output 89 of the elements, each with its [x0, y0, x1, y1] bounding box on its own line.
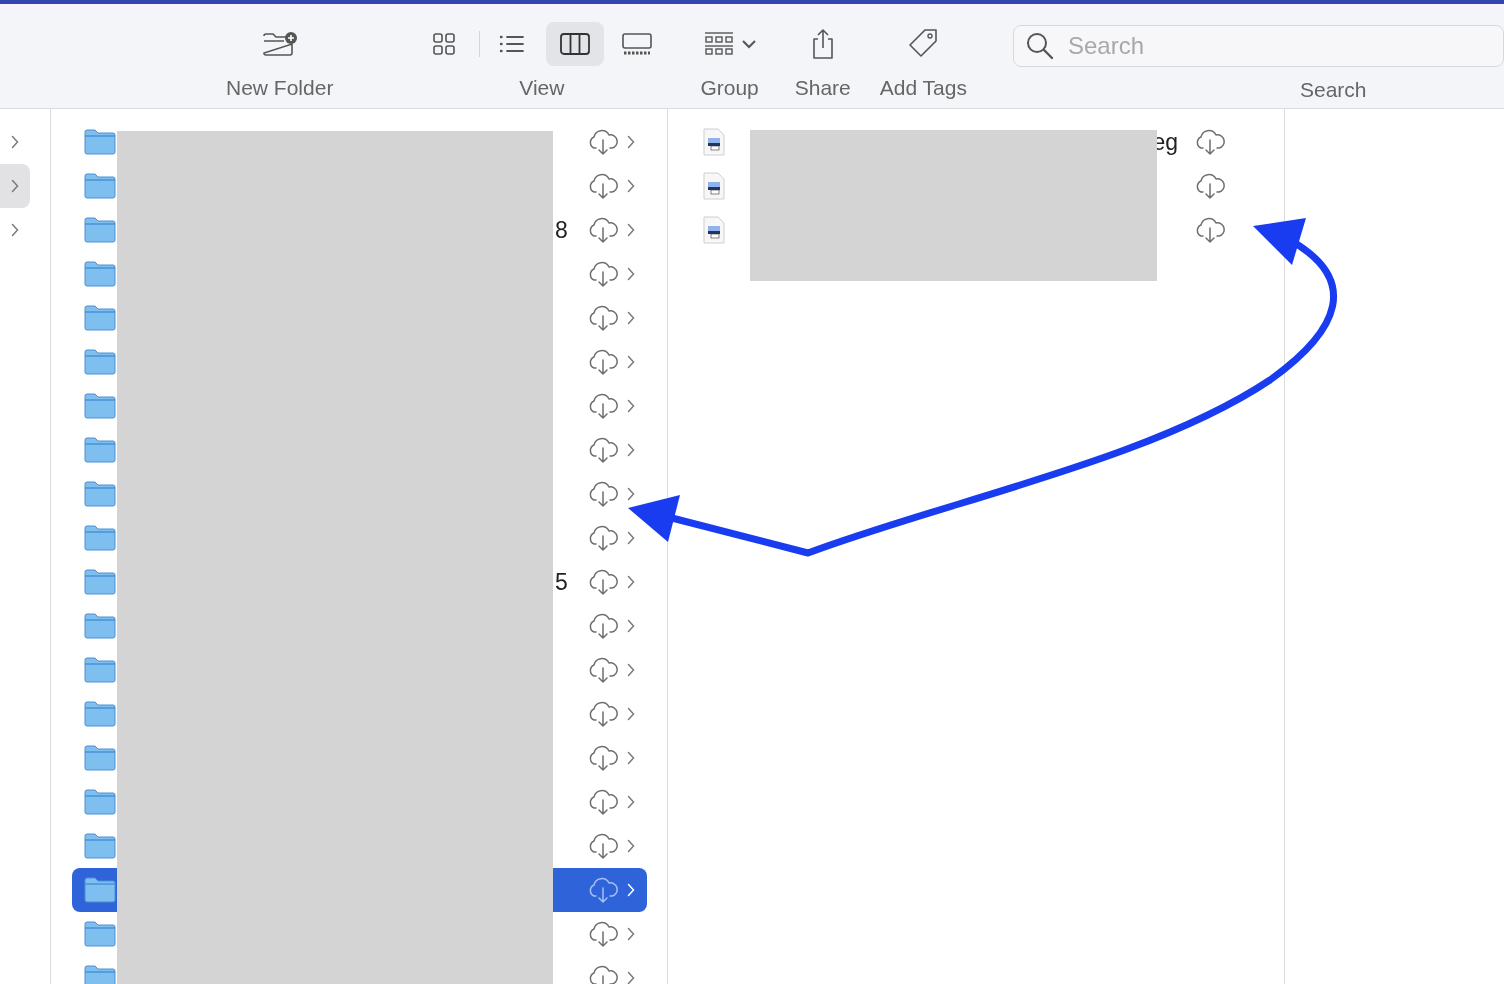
chevron-icon: [627, 707, 635, 721]
folder-icon: [84, 172, 116, 200]
chevron-icon: [11, 135, 19, 149]
folder-icon: [84, 304, 116, 332]
cloud-download-icon[interactable]: [587, 876, 619, 904]
cloud-download-icon[interactable]: [587, 568, 619, 596]
cloud-download-icon[interactable]: [587, 392, 619, 420]
image-file-icon: [702, 172, 726, 200]
chevron-icon: [627, 355, 635, 369]
chevron-icon: [627, 795, 635, 809]
chevron-icon: [627, 267, 635, 281]
chevron-icon: [627, 443, 635, 457]
cloud-download-icon[interactable]: [587, 128, 619, 156]
folder-icon: [84, 260, 116, 288]
cloud-download-icon[interactable]: [587, 436, 619, 464]
folder-icon: [84, 436, 116, 464]
caret-icon: [741, 39, 756, 49]
chevron-icon: [627, 135, 635, 149]
folder-icon: [84, 524, 116, 552]
cloud-download-icon[interactable]: [587, 260, 619, 288]
chevron-icon: [11, 223, 19, 237]
folder-name: 5: [555, 568, 568, 595]
folder-icon: [84, 744, 116, 772]
columns-view-icon: [560, 31, 591, 57]
folder-icon: [84, 568, 116, 596]
toolbar-label: Share: [794, 76, 851, 100]
cloud-download-icon[interactable]: [587, 480, 619, 508]
folder-icon: [84, 964, 116, 984]
chevron-icon: [11, 179, 19, 193]
image-file-icon: [702, 216, 726, 244]
cloud-download-icon[interactable]: [587, 216, 619, 244]
folder-icon: [84, 788, 116, 816]
cloud-download-icon[interactable]: [587, 920, 619, 948]
cloud-download-icon[interactable]: [587, 964, 619, 984]
folder-icon: [84, 612, 116, 640]
folder-plus-icon: [261, 30, 298, 58]
search-input[interactable]: Search: [1066, 31, 1370, 61]
cloud-download-icon[interactable]: [587, 524, 619, 552]
cloud-download-icon[interactable]: [587, 656, 619, 684]
chevron-icon: [627, 839, 635, 853]
cloud-download-icon[interactable]: [587, 172, 619, 200]
search-field[interactable]: Search: [1013, 25, 1504, 67]
toolbar-label: New Folder: [226, 76, 334, 100]
folder-icon: [84, 700, 116, 728]
cloud-download-icon[interactable]: [587, 612, 619, 640]
folder-row[interactable]: 5: [72, 560, 647, 604]
chevron-icon: [627, 531, 635, 545]
folder-icon: [84, 920, 116, 948]
cloud-download-icon[interactable]: [587, 788, 619, 816]
folder-icon: [84, 876, 116, 904]
chevron-icon: [627, 179, 635, 193]
cloud-download-icon[interactable]: [1194, 216, 1226, 244]
folder-row[interactable]: 8: [72, 208, 647, 252]
chevron-icon: [627, 927, 635, 941]
folder-icon: [84, 216, 116, 244]
cloud-download-icon[interactable]: [587, 832, 619, 860]
folder-icon: [84, 128, 116, 156]
chevron-icon: [627, 663, 635, 677]
toolbar-label: Search: [1300, 78, 1367, 102]
chevron-icon: [627, 575, 635, 589]
grid-icon: [703, 31, 734, 57]
tag-icon: [907, 28, 940, 60]
chevron-icon: [627, 883, 635, 897]
cloud-download-icon[interactable]: [587, 700, 619, 728]
folder-icon: [84, 480, 116, 508]
cloud-download-icon[interactable]: [587, 744, 619, 772]
search-icon: [1026, 32, 1054, 60]
chevron-icon: [627, 619, 635, 633]
toolbar-label: View: [519, 76, 565, 100]
cloud-download-icon[interactable]: [1194, 128, 1226, 156]
chevron-icon: [627, 487, 635, 501]
toolbar-label: Add Tags: [879, 76, 967, 100]
folder-icon: [84, 832, 116, 860]
chevron-icon: [627, 223, 635, 237]
toolbar-label: Group: [700, 76, 759, 100]
chevron-icon: [627, 971, 635, 984]
image-file-icon: [702, 128, 726, 156]
view-mode-button[interactable]: [546, 22, 605, 66]
cloud-download-icon[interactable]: [587, 348, 619, 376]
folder-name: 8: [555, 216, 568, 243]
cloud-download-icon[interactable]: [1194, 172, 1226, 200]
chevron-icon: [627, 311, 635, 325]
gallery-view-icon: [622, 31, 653, 57]
chevron-icon: [627, 399, 635, 413]
chevron-icon: [627, 751, 635, 765]
folder-icon: [84, 656, 116, 684]
folder-icon: [84, 348, 116, 376]
cloud-download-icon[interactable]: [587, 304, 619, 332]
folder-icon: [84, 392, 116, 420]
